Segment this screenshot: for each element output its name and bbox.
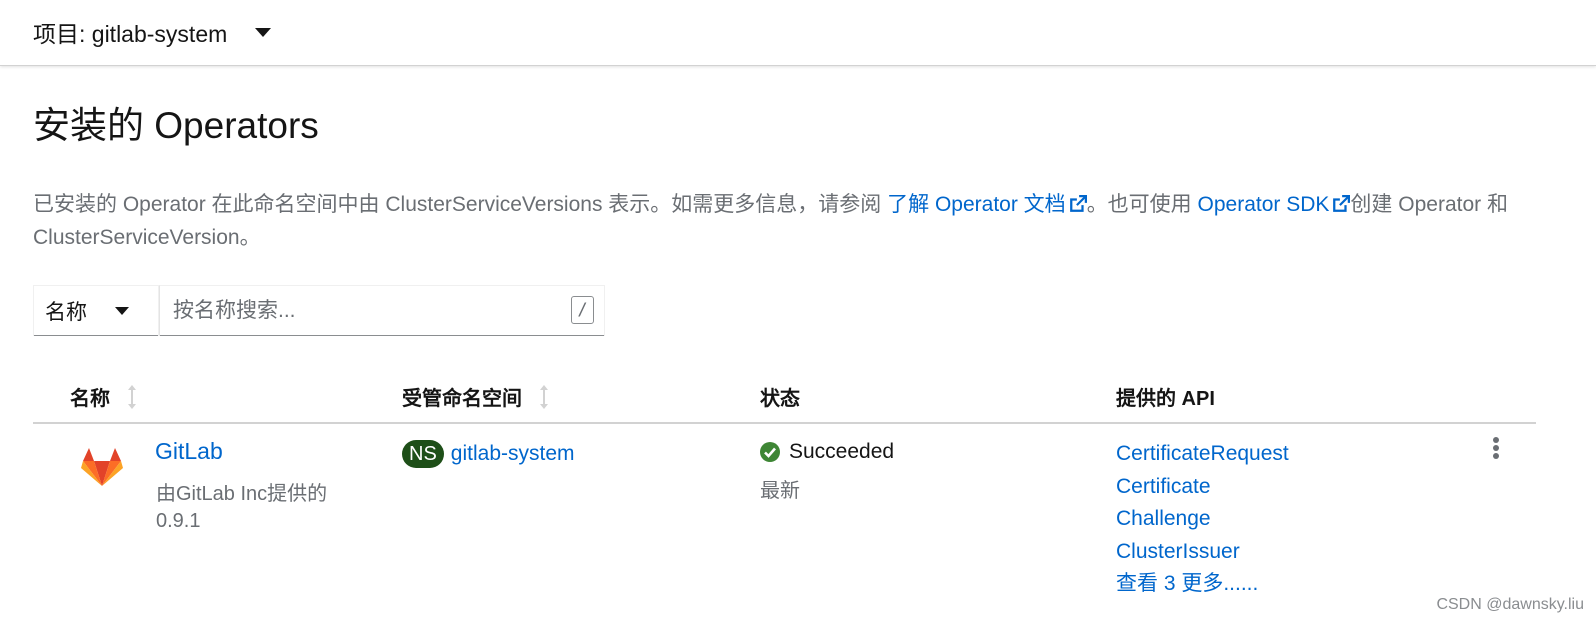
filter-toolbar: 名称 / — [33, 285, 605, 336]
operator-docs-link-label: 了解 Operator 文档 — [887, 193, 1066, 216]
namespace-link[interactable]: gitlab-system — [451, 442, 575, 466]
watermark: CSDN @dawnsky.liu — [1436, 596, 1584, 613]
managed-namespace: NS gitlab-system — [402, 440, 575, 468]
page-title: 安装的 Operators — [33, 105, 319, 146]
operator-docs-link[interactable]: 了解 Operator 文档 — [887, 193, 1087, 216]
filter-type-dropdown[interactable]: 名称 — [33, 285, 159, 336]
description-text-2: 。也可使用 — [1086, 193, 1198, 216]
status-text: Succeeded — [789, 440, 895, 463]
check-circle-icon — [760, 442, 780, 462]
operator-provider: 由GitLab Inc提供的 — [156, 483, 328, 505]
caret-down-icon — [255, 27, 272, 37]
api-link[interactable]: Certificate — [1116, 475, 1211, 498]
project-selector[interactable]: 项目: gitlab-system — [33, 14, 272, 50]
api-link[interactable]: CertificateRequest — [1116, 442, 1289, 465]
operator-version: 0.9.1 — [156, 510, 201, 532]
keyboard-shortcut-hint: / — [571, 296, 594, 324]
namespace-badge: NS — [402, 440, 444, 468]
view-more-apis-link[interactable]: 查看 3 更多...... — [1116, 572, 1258, 595]
search-input[interactable] — [160, 286, 604, 336]
api-link[interactable]: ClusterIssuer — [1116, 540, 1240, 563]
project-selector-label: 项目: gitlab-system — [33, 21, 228, 47]
operator-status: Succeeded — [760, 440, 894, 464]
gitlab-logo-icon — [81, 448, 123, 486]
api-link[interactable]: Challenge — [1116, 507, 1211, 530]
list-item: Certificate — [1116, 471, 1289, 504]
list-item: Challenge — [1116, 503, 1289, 536]
provided-apis-list: CertificateRequest Certificate Challenge… — [1116, 438, 1289, 601]
external-link-icon — [1333, 195, 1351, 212]
description-text-1: 已安装的 Operator 在此命名空间中由 ClusterServiceVer… — [33, 193, 888, 216]
operators-table: 名称 受管命名空间 状态 提供的 API GitLab 由GitLab Inc提… — [33, 370, 1536, 595]
list-item: CertificateRequest — [1116, 438, 1289, 471]
external-link-icon — [1069, 195, 1087, 212]
operator-sdk-link[interactable]: Operator SDK — [1198, 193, 1351, 216]
operator-sdk-link-label: Operator SDK — [1197, 193, 1330, 216]
caret-down-icon — [115, 307, 129, 315]
status-subtext: 最新 — [760, 480, 800, 502]
page-description: 已安装的 Operator 在此命名空间中由 ClusterServiceVer… — [33, 188, 1553, 254]
list-item: 查看 3 更多...... — [1116, 568, 1289, 601]
filter-type-label: 名称 — [45, 301, 87, 324]
top-bar: 项目: gitlab-system — [0, 0, 1596, 66]
list-item: ClusterIssuer — [1116, 536, 1289, 569]
table-row: GitLab 由GitLab Inc提供的 0.9.1 NS gitlab-sy… — [33, 370, 1536, 595]
kebab-menu-icon[interactable] — [1488, 436, 1504, 462]
search-field: / — [159, 285, 605, 336]
operator-name-link[interactable]: GitLab — [155, 438, 223, 465]
